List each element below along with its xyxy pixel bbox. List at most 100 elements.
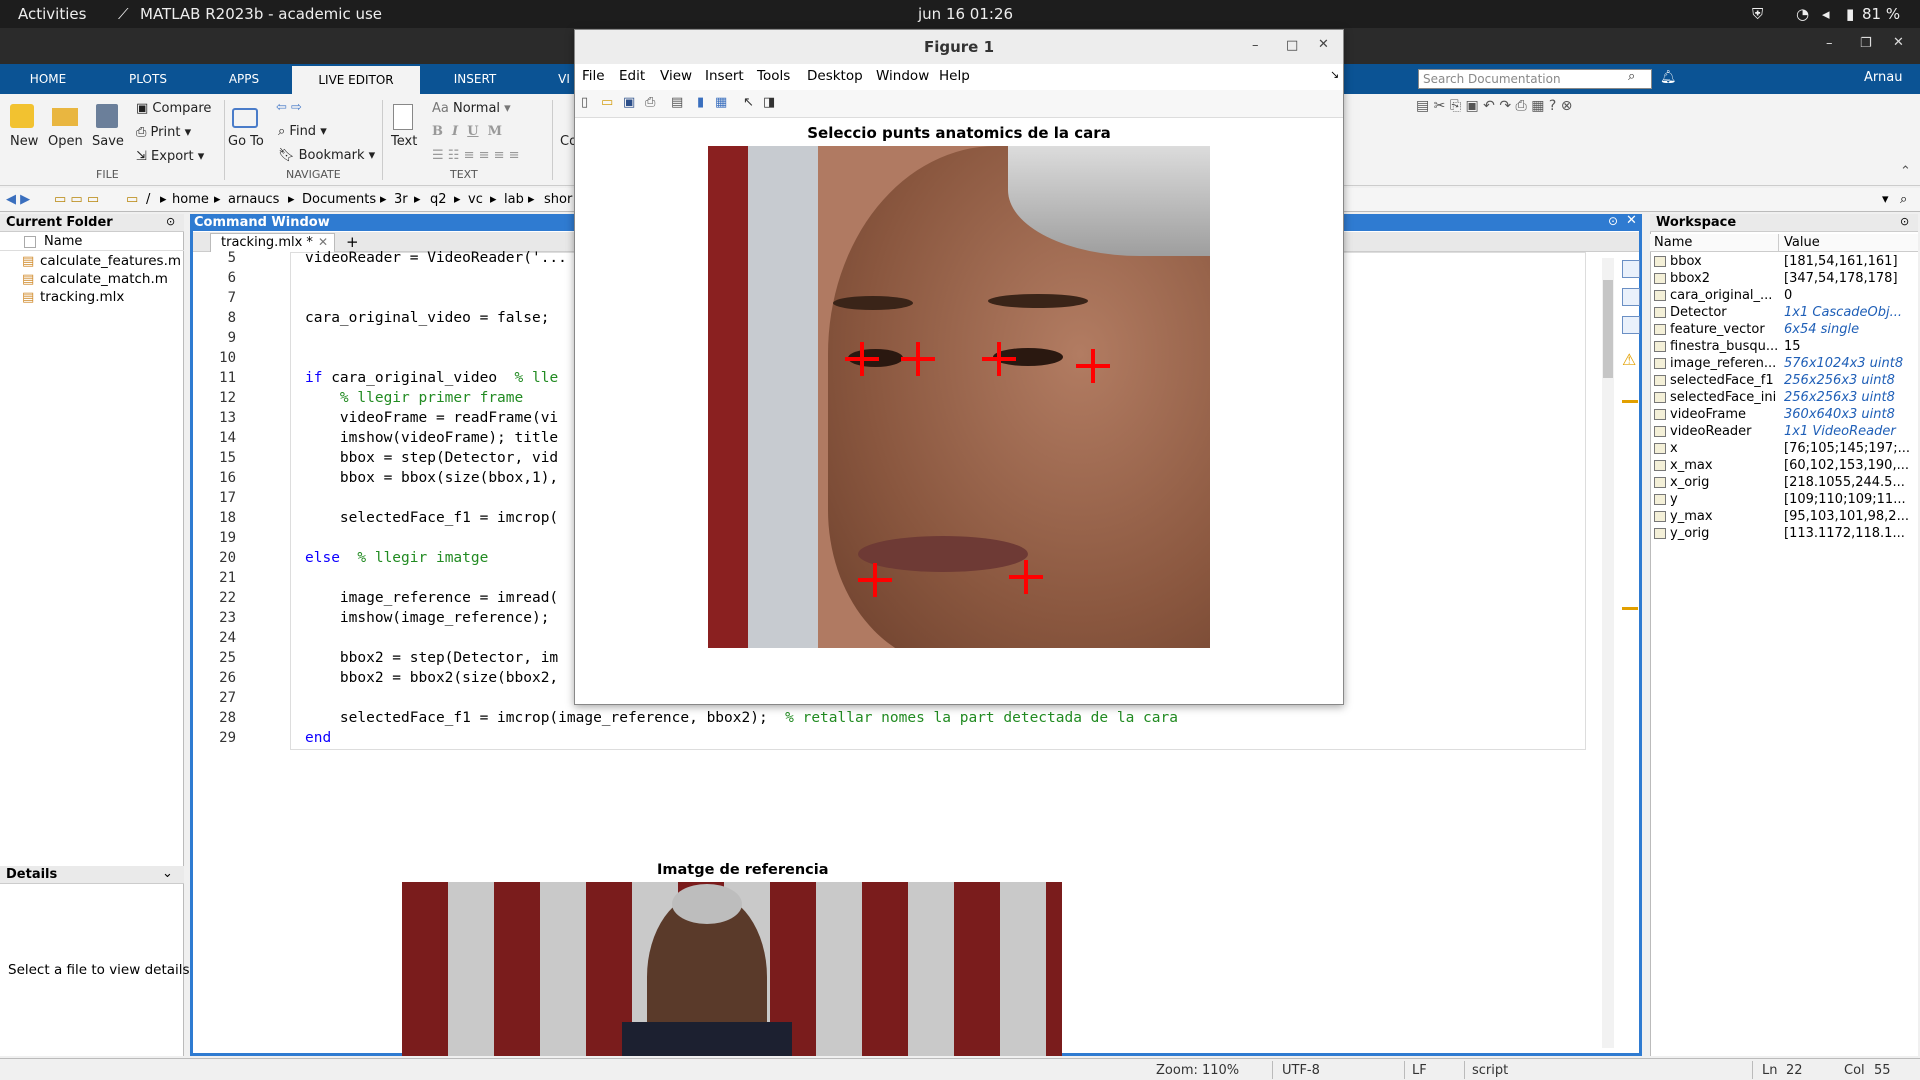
file-item[interactable]: calculate_match.m	[40, 271, 168, 287]
variable-value[interactable]: 360x640x3 uint8	[1784, 407, 1914, 422]
checkbox-icon[interactable]	[24, 236, 36, 248]
property-editor-icon[interactable]: ◨	[763, 95, 775, 110]
variable-name[interactable]: x	[1670, 441, 1678, 456]
activities-button[interactable]: Activities	[18, 5, 86, 23]
path-shor[interactable]: shor	[544, 192, 572, 207]
zoom-level[interactable]: Zoom: 110%	[1156, 1063, 1239, 1078]
line-ending[interactable]: LF	[1412, 1063, 1427, 1078]
back-arrow-icon[interactable]: ⇦ ⇨	[276, 100, 302, 115]
menu-help[interactable]: Help	[939, 68, 970, 84]
close-icon[interactable]: ✕	[1893, 35, 1904, 50]
variable-name[interactable]: Detector	[1670, 305, 1727, 320]
code-line[interactable]: bbox = step(Detector, vid	[305, 450, 558, 466]
output-inline-icon[interactable]	[1622, 260, 1640, 278]
name-column-label[interactable]: Name	[1654, 235, 1692, 250]
close-tab-icon[interactable]: ✕	[318, 235, 328, 249]
text-button[interactable]: Text	[391, 134, 417, 149]
path-documents[interactable]: Documents	[302, 192, 376, 207]
code-line[interactable]: bbox2 = step(Detector, im	[305, 650, 558, 666]
chevron-down-icon[interactable]: ⌄	[162, 866, 173, 881]
shield-icon[interactable]: ⛨	[1752, 5, 1763, 23]
variable-value[interactable]: 576x1024x3 uint8	[1784, 356, 1914, 371]
scrollbar-thumb[interactable]	[1603, 280, 1613, 378]
browse-search-icon[interactable]: ⌕	[1900, 192, 1907, 207]
variable-name[interactable]: bbox2	[1670, 271, 1710, 286]
path-lab[interactable]: lab	[504, 192, 524, 207]
code-line[interactable]: selectedFace_f1 = imcrop(	[305, 510, 558, 526]
minimize-icon[interactable]: –	[1826, 36, 1833, 51]
code-line[interactable]: else % llegir imatge	[305, 550, 488, 566]
code-line[interactable]: selectedFace_f1 = imcrop(image_reference…	[305, 710, 1178, 726]
new-figure-icon[interactable]: ▯	[581, 95, 588, 110]
user-menu[interactable]: Arnau	[1864, 70, 1902, 85]
style-dropdown[interactable]: Aa Normal ▾	[432, 101, 511, 116]
value-column-label[interactable]: Value	[1784, 235, 1820, 250]
goto-icon[interactable]	[232, 108, 258, 128]
colorbar-icon[interactable]: ▮	[697, 95, 704, 110]
tab-plots[interactable]: PLOTS	[118, 64, 178, 94]
variable-name[interactable]: image_referen...	[1670, 356, 1776, 371]
variable-value[interactable]: 15	[1784, 339, 1914, 354]
battery-icon[interactable]: ▮	[1846, 5, 1854, 23]
quick-access-toolbar[interactable]: ▤ ✂ ⎘ ▣ ↶ ↷ ⎙ ▦ ? ⊗	[1416, 98, 1573, 114]
add-tab-icon[interactable]: +	[346, 233, 359, 251]
app-title[interactable]: MATLAB R2023b - academic use	[140, 5, 382, 23]
find-button[interactable]: ⌕ Find ▾	[278, 124, 327, 139]
minimize-icon[interactable]: –	[1252, 38, 1259, 53]
open-folder-icon[interactable]	[52, 108, 78, 126]
list-align-buttons[interactable]: ☰ ☷ ≡ ≡ ≡ ≡	[432, 148, 520, 163]
code-line[interactable]: videoFrame = readFrame(vi	[305, 410, 558, 426]
menu-desktop[interactable]: Desktop	[807, 68, 863, 84]
variable-name[interactable]: feature_vector	[1670, 322, 1765, 337]
save-figure-icon[interactable]: ▣	[623, 95, 635, 110]
warning-icon[interactable]: ⚠	[1622, 350, 1636, 369]
text-icon[interactable]	[393, 104, 413, 130]
close-icon[interactable]: ✕	[1626, 213, 1637, 228]
bell-icon[interactable]: 🔔︎	[1660, 70, 1677, 85]
panel-menu-icon[interactable]: ⊙	[1900, 215, 1909, 228]
path-home[interactable]: home	[172, 192, 209, 207]
variable-name[interactable]: selectedFace_f1	[1670, 373, 1774, 388]
menu-window[interactable]: Window	[876, 68, 929, 84]
compare-button[interactable]: ▣ Compare	[136, 101, 211, 116]
variable-value[interactable]: 6x54 single	[1784, 322, 1914, 337]
code-line[interactable]: videoReader = VideoReader('...	[305, 250, 567, 266]
dock-arrow-icon[interactable]: ↘	[1330, 68, 1339, 81]
variable-value[interactable]: 1x1 CascadeObj...	[1784, 305, 1914, 320]
variable-value[interactable]: 256x256x3 uint8	[1784, 390, 1914, 405]
new-button[interactable]: New	[10, 134, 38, 149]
menu-edit[interactable]: Edit	[619, 68, 645, 84]
legend-icon[interactable]: ▦	[715, 95, 727, 110]
menu-insert[interactable]: Insert	[705, 68, 744, 84]
link-plot-icon[interactable]: ▤	[671, 95, 683, 110]
code-line[interactable]: cara_original_video = false;	[305, 310, 549, 326]
code-line[interactable]: if cara_original_video % lle	[305, 370, 558, 386]
expand-icon[interactable]: ⊙	[1608, 214, 1618, 228]
path-q2[interactable]: q2	[430, 192, 447, 207]
variable-name[interactable]: y_max	[1670, 509, 1713, 524]
save-button[interactable]: Save	[92, 134, 124, 149]
new-icon[interactable]	[10, 104, 34, 128]
output-right-icon[interactable]	[1622, 288, 1640, 306]
code-line[interactable]: end	[305, 730, 331, 746]
search-icon[interactable]: ⌕	[1628, 69, 1635, 84]
print-button[interactable]: ⎙ Print ▾	[136, 125, 191, 140]
variable-name[interactable]: finestra_busqu...	[1670, 339, 1778, 354]
menu-tools[interactable]: Tools	[757, 68, 790, 84]
warning-marker[interactable]	[1622, 400, 1638, 403]
variable-value[interactable]: [95,103,101,98,2...	[1784, 509, 1914, 524]
variable-name[interactable]: selectedFace_ini	[1670, 390, 1776, 405]
variable-value[interactable]: [60,102,153,190,...	[1784, 458, 1914, 473]
format-buttons[interactable]: B I U M	[432, 124, 502, 139]
collapse-ribbon-icon[interactable]: ⌃	[1900, 164, 1911, 179]
variable-name[interactable]: cara_original_...	[1670, 288, 1772, 303]
code-line[interactable]: image_reference = imread(	[305, 590, 558, 606]
variable-name[interactable]: videoFrame	[1670, 407, 1746, 422]
code-line[interactable]: % llegir primer frame	[305, 390, 523, 406]
restore-icon[interactable]: ❐	[1860, 36, 1872, 51]
maximize-icon[interactable]: □	[1286, 38, 1298, 53]
variable-value[interactable]: [113.1172,118.1...	[1784, 526, 1914, 541]
path-dropdown-icon[interactable]: ▾	[1882, 192, 1889, 207]
variable-name[interactable]: y_orig	[1670, 526, 1709, 541]
name-column-header[interactable]: Name	[0, 234, 184, 251]
